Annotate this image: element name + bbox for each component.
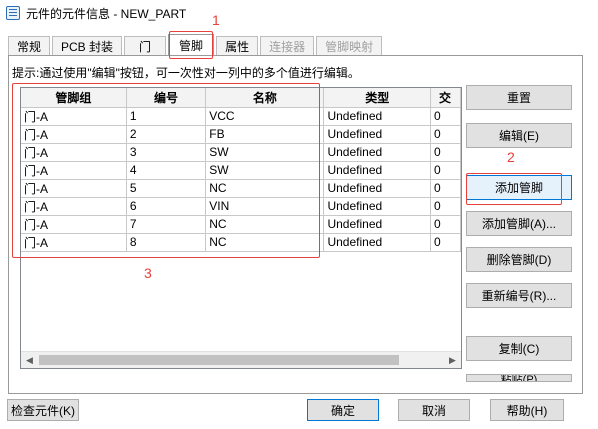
- cell-type[interactable]: Undefined: [323, 179, 432, 198]
- annotation-box-add-pin: [466, 173, 562, 205]
- add-pins-button[interactable]: 添加管脚(A)...: [466, 211, 572, 236]
- annotation-label-3: 3: [144, 265, 152, 281]
- col-header-swap[interactable]: 交: [430, 88, 461, 108]
- cell-type[interactable]: Undefined: [323, 161, 432, 180]
- cell-swap[interactable]: 0: [430, 233, 461, 252]
- scroll-right-icon[interactable]: ▶: [444, 355, 461, 366]
- tab-connectors[interactable]: 连接器: [260, 36, 315, 56]
- cell-type[interactable]: Undefined: [323, 233, 432, 252]
- col-header-type[interactable]: 类型: [323, 88, 432, 108]
- help-button[interactable]: 帮助(H): [490, 399, 564, 421]
- copy-button[interactable]: 复制(C): [466, 336, 572, 361]
- cell-swap[interactable]: 0: [430, 125, 461, 144]
- cancel-button[interactable]: 取消: [398, 399, 470, 421]
- edit-button[interactable]: 编辑(E): [466, 123, 572, 148]
- cell-type[interactable]: Undefined: [323, 125, 432, 144]
- cell-type[interactable]: Undefined: [323, 197, 432, 216]
- annotation-label-2: 2: [507, 149, 515, 165]
- cell-swap[interactable]: 0: [430, 161, 461, 180]
- title-bar: 元件的元件信息 - NEW_PART: [0, 0, 598, 26]
- hint-text: 提示:通过使用"编辑"按钮，可一次性对一列中的多个值进行编辑。: [12, 66, 360, 80]
- horizontal-scrollbar[interactable]: ◀ ▶: [21, 351, 461, 368]
- window-title: 元件的元件信息 - NEW_PART: [26, 6, 187, 21]
- delete-pin-button[interactable]: 删除管脚(D): [466, 247, 572, 272]
- cell-swap[interactable]: 0: [430, 179, 461, 198]
- reset-button[interactable]: 重置: [466, 85, 572, 110]
- cell-type[interactable]: Undefined: [323, 215, 432, 234]
- ok-button[interactable]: 确定: [307, 399, 379, 421]
- app-icon: [6, 6, 20, 20]
- tab-pcb-decal[interactable]: PCB 封装: [52, 36, 123, 56]
- tab-pin-mapping[interactable]: 管脚映射: [316, 36, 383, 56]
- cell-swap[interactable]: 0: [430, 107, 461, 126]
- tab-gates[interactable]: 门: [124, 36, 167, 56]
- check-part-button[interactable]: 检查元件(K): [7, 399, 79, 421]
- scroll-left-icon[interactable]: ◀: [21, 355, 38, 366]
- annotation-label-1: 1: [212, 12, 220, 28]
- tab-general[interactable]: 常规: [8, 36, 51, 56]
- renumber-button[interactable]: 重新编号(R)...: [466, 283, 572, 308]
- cell-type[interactable]: Undefined: [323, 143, 432, 162]
- cell-swap[interactable]: 0: [430, 143, 461, 162]
- paste-button[interactable]: 粘贴(P): [466, 374, 572, 382]
- cell-swap[interactable]: 0: [430, 215, 461, 234]
- tab-attributes[interactable]: 属性: [216, 36, 259, 56]
- scrollbar-thumb[interactable]: [39, 355, 399, 365]
- annotation-box-pins-tab: [169, 31, 213, 59]
- cell-type[interactable]: Undefined: [323, 107, 432, 126]
- cell-swap[interactable]: 0: [430, 197, 461, 216]
- annotation-box-pin-rows: [12, 83, 320, 258]
